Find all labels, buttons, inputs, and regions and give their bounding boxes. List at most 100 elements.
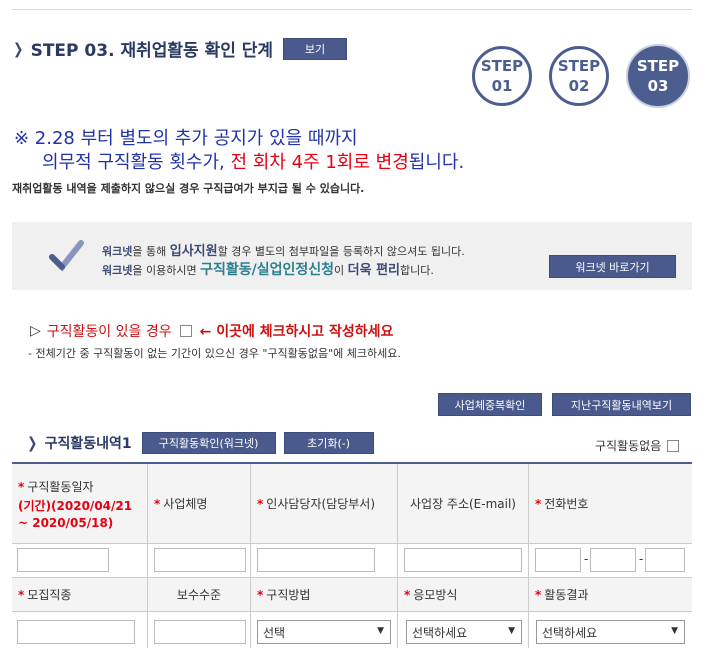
worknet-shortcut-button[interactable]: 워크넷 바로가기 bbox=[549, 255, 676, 278]
header-method: * 구직방법 bbox=[251, 578, 398, 612]
header-salary: 보수수준 bbox=[148, 578, 251, 612]
result-select[interactable]: 선택하세요 ▼ bbox=[536, 620, 685, 644]
required-mark: * bbox=[404, 587, 411, 602]
dropdown-arrow-icon: ▼ bbox=[377, 626, 384, 636]
required-mark: * bbox=[535, 496, 542, 511]
header-result: * 활동결과 bbox=[529, 578, 692, 612]
text: 이 bbox=[334, 264, 348, 277]
header-label: 활동결과 bbox=[544, 588, 589, 602]
phone-part1-input[interactable] bbox=[535, 548, 581, 572]
worknet-line1: 워크넷을 통해 입사지원할 경우 별도의 첨부파일을 등록하지 않으셔도 됩니다… bbox=[102, 240, 465, 259]
phone-part3-input[interactable] bbox=[645, 548, 685, 572]
required-mark: * bbox=[535, 587, 542, 602]
biz-dup-check-button[interactable]: 사업체중복확인 bbox=[438, 393, 542, 416]
method-select[interactable]: 선택 ▼ bbox=[257, 620, 391, 644]
step-01-indicator: STEP 01 bbox=[472, 46, 532, 106]
activity-list-title: ❯ 구직활동내역1 구직활동확인(워크넷) 초기화(-) bbox=[26, 432, 374, 454]
step-number: 01 bbox=[491, 77, 513, 95]
no-activity-toggle: 구직활동없음 bbox=[595, 437, 680, 454]
chevron-right-icon: ❯ bbox=[27, 434, 38, 452]
result-select-value: 선택하세요 bbox=[542, 625, 598, 640]
header-label: 인사담당자(담당부서) bbox=[266, 497, 376, 511]
text: 합니다. bbox=[400, 264, 434, 277]
apply-type-select-value: 선택하세요 bbox=[412, 625, 468, 640]
header-phone: * 전화번호 bbox=[529, 464, 692, 544]
phone-separator: - bbox=[639, 552, 644, 566]
phone-part2-input[interactable] bbox=[590, 548, 636, 572]
step-02-indicator: STEP 02 bbox=[549, 46, 609, 106]
activity-period-end: ~ 2020/05/18) bbox=[18, 515, 114, 530]
activity-hint: - 전체기간 중 구직활동이 없는 기간이 있으신 경우 "구직활동없음"에 체… bbox=[28, 347, 401, 360]
page: ❯ STEP 03. 재취업활동 확인 단계 보기 STEP 01 STEP 0… bbox=[0, 0, 703, 648]
header-label: 모집직종 bbox=[27, 588, 72, 602]
notice-line2-suffix: 됩니다. bbox=[408, 152, 465, 173]
activity-date-input[interactable] bbox=[17, 548, 109, 572]
text: 을 이용하시면 bbox=[132, 264, 201, 277]
checkmark-icon bbox=[49, 240, 84, 272]
text: 할 경우 별도의 첨부파일을 등록하지 않으셔도 됩니다. bbox=[217, 245, 465, 258]
text: 을 통해 bbox=[132, 245, 170, 258]
text-bold: 입사지원 bbox=[169, 244, 218, 259]
text-teal: 구직활동/실업인정신청 bbox=[200, 262, 335, 278]
required-mark: * bbox=[154, 496, 161, 511]
activity-check-instruction: ← 이곳에 체크하시고 작성하세요 bbox=[199, 324, 394, 340]
activity-check-row: ▷ 구직활동이 있을 경우 ← 이곳에 체크하시고 작성하세요 bbox=[30, 321, 393, 341]
text-bold: 더욱 편리 bbox=[347, 263, 401, 278]
activity-period-start: (기간)(2020/04/21 bbox=[18, 498, 133, 513]
step-title-text: STEP 03. 재취업활동 확인 단계 bbox=[30, 41, 274, 61]
notice-line2-highlight: 전 회차 4주 1회로 변경 bbox=[230, 152, 409, 173]
header-label: 전화번호 bbox=[544, 497, 589, 511]
required-mark: * bbox=[18, 587, 25, 602]
notice-line1: ※ 2.28 부터 별도의 추가 공지가 있을 때까지 bbox=[14, 128, 358, 149]
header-label: 사업장 주소(E-mail) bbox=[409, 497, 516, 511]
reset-button[interactable]: 초기화(-) bbox=[283, 432, 374, 454]
header-label: 사업체명 bbox=[163, 497, 208, 511]
notice-line2-prefix: 의무적 구직활동 횟수가, bbox=[42, 152, 231, 173]
step-number: 02 bbox=[568, 77, 590, 95]
step-number: 03 bbox=[647, 77, 669, 95]
header-label: 보수수준 bbox=[176, 588, 222, 602]
job-type-input[interactable] bbox=[17, 620, 135, 644]
worknet-name: 워크넷 bbox=[102, 264, 133, 277]
dropdown-arrow-icon: ▼ bbox=[508, 626, 515, 636]
view-button[interactable]: 보기 bbox=[283, 37, 348, 60]
header-activity-date: * 구직활동일자 (기간)(2020/04/21 ~ 2020/05/18) bbox=[12, 464, 148, 544]
hr-contact-input[interactable] bbox=[257, 548, 375, 572]
activity-check-label: 구직활동이 있을 경우 bbox=[46, 324, 172, 340]
salary-input[interactable] bbox=[154, 620, 246, 644]
notice-warning: 재취업활동 내역을 제출하지 않으실 경우 구직급여가 부지급 될 수 있습니다… bbox=[12, 182, 365, 195]
header-label: 구직방법 bbox=[266, 588, 311, 602]
header-company: * 사업체명 bbox=[148, 464, 251, 544]
worknet-confirm-button[interactable]: 구직활동확인(워크넷) bbox=[141, 432, 276, 454]
apply-type-select[interactable]: 선택하세요 ▼ bbox=[406, 620, 522, 644]
activity-form-grid: * 구직활동일자 (기간)(2020/04/21 ~ 2020/05/18) * 사… bbox=[12, 462, 692, 648]
company-input[interactable] bbox=[154, 548, 246, 572]
header-job-type: * 모집직종 bbox=[12, 578, 148, 612]
method-select-value: 선택 bbox=[263, 625, 286, 640]
no-activity-checkbox[interactable] bbox=[667, 439, 680, 452]
required-mark: * bbox=[18, 479, 25, 494]
no-activity-label: 구직활동없음 bbox=[595, 439, 662, 453]
header-label: 응모방식 bbox=[413, 588, 458, 602]
worknet-info-box: 워크넷을 통해 입사지원할 경우 별도의 첨부파일을 등록하지 않으셔도 됩니다… bbox=[12, 222, 692, 290]
header-apply-type: * 응모방식 bbox=[398, 578, 529, 612]
header-label: 구직활동일자 bbox=[27, 479, 94, 494]
address-input[interactable] bbox=[404, 548, 522, 572]
header-address: 사업장 주소(E-mail) bbox=[398, 464, 529, 544]
dropdown-arrow-icon: ▼ bbox=[671, 626, 678, 636]
header-hr-contact: * 인사담당자(담당부서) bbox=[251, 464, 398, 544]
triangle-right-icon: ▷ bbox=[30, 323, 41, 339]
activity-checkbox[interactable] bbox=[179, 325, 192, 337]
required-mark: * bbox=[257, 496, 264, 511]
step-03-indicator: STEP 03 bbox=[628, 46, 688, 106]
phone-separator: - bbox=[584, 552, 589, 566]
past-history-button[interactable]: 지난구직활동내역보기 bbox=[552, 393, 691, 416]
step-label: STEP bbox=[557, 57, 601, 75]
top-divider bbox=[12, 9, 692, 10]
step-label: STEP bbox=[480, 57, 524, 75]
notice-line2: 의무적 구직활동 횟수가, 전 회차 4주 1회로 변경됩니다. bbox=[42, 148, 464, 174]
required-mark: * bbox=[257, 587, 264, 602]
worknet-name: 워크넷 bbox=[102, 245, 133, 258]
activity-list-title-text: 구직활동내역1 bbox=[44, 436, 132, 452]
worknet-line2: 워크넷을 이용하시면 구직활동/실업인정신청이 더욱 편리합니다. bbox=[102, 259, 434, 279]
